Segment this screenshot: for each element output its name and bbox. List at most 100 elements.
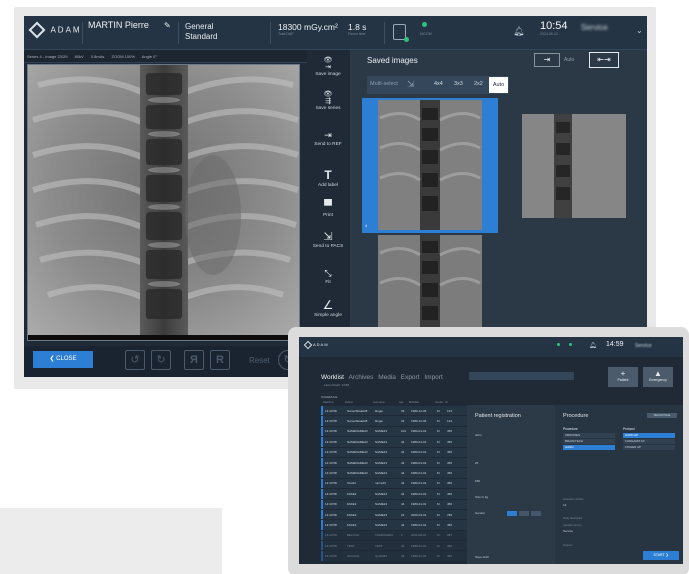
table-row[interactable]: 14:33:58 NAMENAME23 NAME23 44 1980-01-01 M 456 bbox=[321, 437, 481, 447]
table-row[interactable]: 14:33:58 NAMENAME23 NAME23 44 1980-01-01 M 456 bbox=[321, 457, 481, 468]
service-field[interactable]: Service bbox=[563, 529, 573, 533]
table-row[interactable]: 14:33:58 Name/Model28 Roger 33 1989-12-06 M 12… bbox=[321, 406, 481, 416]
column-header[interactable]: ID bbox=[443, 401, 457, 406]
protocol-item[interactable]: FINGER AP bbox=[623, 445, 675, 450]
print-button[interactable]: ▀ Print bbox=[307, 200, 349, 218]
table-row[interactable]: 14:33:58 NAMENAME23 NAME23 44 1980-01-01 M 456 bbox=[321, 468, 481, 478]
accession-field[interactable]: 12 bbox=[563, 503, 566, 507]
grid-4x4-button[interactable]: 4x4 bbox=[434, 81, 443, 87]
table-row[interactable]: 14:33:58 NAMENAME23 NAME23 44 1980-01-01 M 456 bbox=[321, 447, 481, 457]
xray-viewer[interactable] bbox=[27, 64, 300, 341]
table-cell: 44 bbox=[401, 543, 405, 548]
tab-media[interactable]: Media bbox=[378, 374, 396, 381]
procedure-item-selected[interactable]: HAND bbox=[563, 445, 615, 450]
column-header[interactable]: Age bbox=[397, 401, 407, 406]
column-header[interactable]: Date/time bbox=[321, 401, 343, 406]
procedure-tag[interactable]: DECOR PAGE bbox=[647, 413, 677, 418]
size-field[interactable]: Size in kg bbox=[475, 495, 488, 499]
grid-auto-button[interactable]: Auto bbox=[489, 77, 508, 93]
simple-angle-button[interactable]: ∠ Simple angle bbox=[307, 298, 349, 318]
rotate-left-icon[interactable]: ↺ bbox=[125, 350, 145, 370]
height-value: 180 bbox=[475, 479, 481, 483]
service-label: Operator service bbox=[563, 523, 581, 527]
flip-vertical-icon[interactable]: R bbox=[210, 350, 230, 370]
save-series-button[interactable]: 👁︎ ⇶ Save series bbox=[307, 90, 349, 111]
column-header[interactable]: Gender bbox=[433, 401, 443, 406]
save-image-button[interactable]: 👁︎ ⇥ Save image bbox=[307, 56, 349, 77]
start-button[interactable]: START ❯ bbox=[643, 551, 679, 560]
table-cell: 1989-12-06 bbox=[411, 419, 427, 424]
flip-horizontal-icon[interactable]: Я bbox=[184, 350, 204, 370]
tab-export[interactable]: Export bbox=[401, 374, 420, 381]
table-row[interactable]: 14:33:58 FAKE3 NAME23 44 1980-01-01 M 456 bbox=[321, 489, 481, 499]
table-cell: 456 bbox=[447, 460, 453, 465]
add-patient-button[interactable]: + Patient bbox=[608, 367, 638, 387]
tab-worklist[interactable]: Worklist bbox=[321, 374, 344, 381]
table-cell: Name/Model28 bbox=[347, 408, 368, 413]
table-cell: 14:33:58 bbox=[325, 502, 337, 507]
expand-icon[interactable]: ⇤⇥ bbox=[589, 52, 619, 68]
table-cell: name23 bbox=[375, 481, 386, 486]
tablet-logo: ADAM bbox=[303, 340, 329, 350]
edit-pencil-icon[interactable]: ✎ bbox=[164, 22, 172, 30]
rotate-right-icon[interactable]: ↻ bbox=[151, 350, 171, 370]
weight-field[interactable]: 180 bbox=[475, 479, 480, 483]
thumbnail[interactable]: 5 bbox=[500, 98, 630, 233]
table-row[interactable]: 14:33:58 Name/Model28 Roger 33 1989-12-06 M 12… bbox=[321, 416, 481, 426]
grid-toolbar: Multi-select ⇲ 4x4 3x3 2x2 Auto bbox=[367, 76, 509, 94]
gender-toggle-male[interactable] bbox=[507, 511, 517, 516]
age-field[interactable]: 25 bbox=[475, 461, 478, 465]
patient-registration-panel: Patient registration John 25 180 Size in… bbox=[467, 405, 555, 564]
patient-info[interactable]: MARTIN Pierre bbox=[88, 20, 149, 31]
column-header[interactable]: Birthdate bbox=[407, 401, 433, 406]
table-cell: M bbox=[437, 408, 440, 413]
print-icon: ▀ bbox=[324, 200, 332, 212]
reset-button[interactable]: Reset bbox=[249, 356, 270, 365]
table-cell: 456 bbox=[447, 522, 453, 527]
export-icon[interactable]: ⇲ bbox=[407, 79, 415, 90]
thumbnail-selected[interactable]: 4 bbox=[362, 98, 498, 233]
table-row[interactable]: 14:33:58 FAKE3 NAME23 24 2000-03-01 M 789 bbox=[321, 509, 481, 520]
tablet-service-label[interactable]: Service bbox=[635, 343, 652, 349]
protocol-item[interactable]: FOREARM AP bbox=[623, 439, 675, 444]
procedure-item[interactable]: BRAIN/TECH bbox=[563, 439, 615, 444]
send-to-ref-button[interactable]: ⇥ Send to REF bbox=[307, 130, 349, 147]
emergency-button[interactable]: ▲ Emergency bbox=[643, 367, 673, 387]
table-row[interactable]: 14:33:58 BELOUH TARRONE03 2 2021-06-01 M 987 bbox=[321, 530, 481, 541]
service-label[interactable]: Service bbox=[581, 23, 631, 35]
fit-button[interactable]: ⤡ Fit bbox=[307, 268, 349, 285]
chevron-down-icon[interactable]: ⌄ bbox=[636, 26, 643, 35]
table-row[interactable]: 14:33:58 FAKE3 NAME23 44 1980-01-01 M 456 bbox=[321, 499, 481, 509]
table-row[interactable]: 14:33:58 Test23 name23 44 1980-01-01 M 456 bbox=[321, 478, 481, 489]
bell-icon[interactable]: 🔔︎ bbox=[589, 342, 597, 349]
add-label-button[interactable]: T Add label bbox=[307, 168, 349, 188]
grid-3x3-button[interactable]: 3x3 bbox=[454, 81, 463, 87]
protocol-item-selected[interactable]: HAND AP bbox=[623, 433, 675, 438]
gender-toggle-other[interactable] bbox=[531, 511, 541, 516]
table-cell: NAMENAME23 bbox=[347, 439, 368, 444]
search-input[interactable] bbox=[469, 372, 574, 380]
bell-icon[interactable]: 🔔︎ bbox=[513, 26, 524, 37]
procedure-item[interactable]: ABDOMEN bbox=[563, 433, 615, 438]
table-cell: 14:33:58 bbox=[325, 522, 337, 527]
table-cell: NAME23 bbox=[375, 512, 388, 517]
close-button[interactable]: ❮ CLOSE bbox=[33, 351, 93, 368]
accession-label: Accession number bbox=[563, 497, 584, 501]
grid-2x2-button[interactable]: 2x2 bbox=[474, 81, 483, 87]
multiselect-button[interactable]: Multi-select bbox=[370, 81, 398, 87]
first-name-field[interactable]: John bbox=[475, 433, 482, 437]
gender-toggle-female[interactable] bbox=[519, 511, 529, 516]
exam-info[interactable]: General Standard bbox=[185, 22, 217, 42]
table-cell: 456 bbox=[447, 439, 453, 444]
send-ref-toggle-icon[interactable]: ⇥ bbox=[534, 53, 560, 67]
table-row[interactable]: 14:33:58 NAMENAME23 NAME23 104 1980-01-01 M 45… bbox=[321, 426, 481, 437]
tab-archives[interactable]: Archives bbox=[348, 374, 373, 381]
table-row[interactable]: 14:33:58 TEST TEST 44 1980-01-01 M 456 bbox=[321, 541, 481, 551]
send-to-pacs-button[interactable]: ⇲ Send to PACS bbox=[307, 230, 349, 249]
column-header[interactable]: Patient bbox=[343, 401, 371, 406]
table-row[interactable]: 14:33:58 HUGO01 QUARZ1 44 1980-01-01 M 456 bbox=[321, 551, 481, 561]
save-draft-button[interactable]: Save draft bbox=[475, 555, 489, 559]
column-header[interactable]: Last name bbox=[371, 401, 397, 406]
table-row[interactable]: 14:33:58 FAKE3 NAME23 44 1980-01-01 M 456 bbox=[321, 520, 481, 530]
tab-import[interactable]: Import bbox=[424, 374, 442, 381]
